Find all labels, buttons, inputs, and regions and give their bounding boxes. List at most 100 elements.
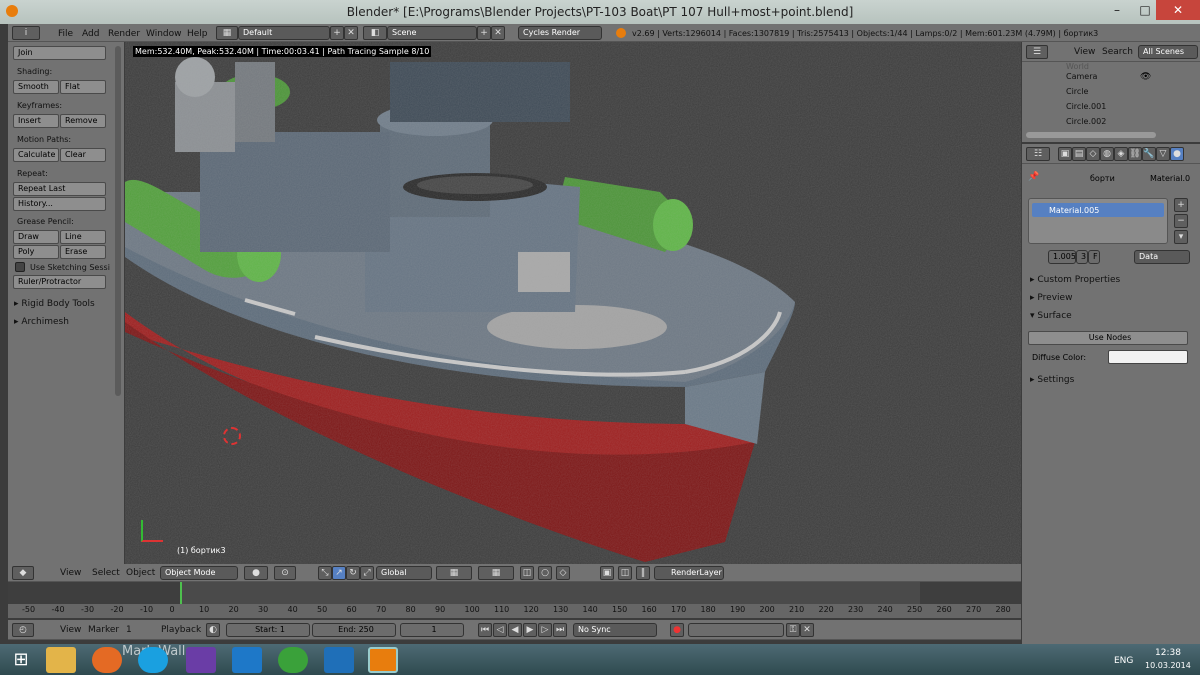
tl-menu-frame[interactable]: 1 bbox=[126, 625, 132, 635]
delete-key-icon[interactable]: ✕ bbox=[800, 623, 814, 637]
layout-add-icon[interactable]: + bbox=[330, 26, 344, 40]
material-tab-icon[interactable]: ● bbox=[1170, 147, 1184, 161]
play-reverse-icon[interactable]: ◀ bbox=[508, 623, 522, 637]
sketching-checkbox[interactable] bbox=[15, 262, 25, 272]
next-key-icon[interactable]: ▷ bbox=[538, 623, 552, 637]
current-frame-field[interactable]: 1 bbox=[400, 623, 464, 637]
utorrent-icon[interactable] bbox=[278, 647, 308, 673]
history-button[interactable]: History... bbox=[13, 197, 106, 211]
3d-cursor-icon[interactable] bbox=[223, 427, 241, 445]
shading-icon[interactable]: ● bbox=[244, 566, 268, 580]
orientation-select[interactable]: Global bbox=[376, 566, 432, 580]
insert-key-icon[interactable]: ⚿ bbox=[786, 623, 800, 637]
slot-menu-icon[interactable]: ▾ bbox=[1174, 230, 1188, 244]
layers-tab-icon[interactable]: ▤ bbox=[1072, 147, 1086, 161]
layout-remove-icon[interactable]: ✕ bbox=[344, 26, 358, 40]
ruler-button[interactable]: Ruler/Protractor bbox=[13, 275, 106, 289]
close-button[interactable]: ✕ bbox=[1156, 0, 1200, 20]
menu-select[interactable]: Select bbox=[92, 568, 120, 578]
preview-panel[interactable]: ▸ Preview bbox=[1030, 293, 1072, 303]
eye-icon[interactable]: 👁 bbox=[1140, 72, 1151, 82]
preview-range-icon[interactable]: ◐ bbox=[206, 623, 220, 637]
material-datablock[interactable]: 1.005 bbox=[1048, 250, 1076, 264]
material-slot-list[interactable]: Material.005 bbox=[1028, 198, 1168, 244]
layers-icon[interactable]: ▦ bbox=[436, 566, 472, 580]
material-users[interactable]: 3 bbox=[1076, 250, 1088, 264]
proportional-icon[interactable]: ○ bbox=[538, 566, 552, 580]
scale-icon[interactable]: ⤢ bbox=[360, 566, 374, 580]
menu-object[interactable]: Object bbox=[126, 568, 155, 578]
maxthon-icon[interactable] bbox=[324, 647, 354, 673]
maximize-button[interactable]: □ bbox=[1131, 0, 1159, 20]
menu-file[interactable]: File bbox=[58, 29, 73, 39]
outliner-display-select[interactable]: All Scenes bbox=[1138, 45, 1198, 59]
record-icon[interactable]: ● bbox=[670, 623, 684, 637]
mode-select[interactable]: Object Mode bbox=[160, 566, 238, 580]
pin-icon[interactable]: 📌 bbox=[1028, 172, 1039, 182]
render-preview-icon[interactable]: ▣ bbox=[600, 566, 614, 580]
render-engine-select[interactable]: Cycles Render bbox=[518, 26, 602, 40]
rigid-body-panel[interactable]: ▸ Rigid Body Tools bbox=[14, 299, 95, 309]
scene-tab-icon[interactable]: ◇ bbox=[1086, 147, 1100, 161]
calculate-button[interactable]: Calculate bbox=[13, 148, 59, 162]
start-icon[interactable]: ⊞ bbox=[6, 647, 36, 673]
poly-button[interactable]: Poly bbox=[13, 245, 59, 259]
sync-select[interactable]: No Sync bbox=[573, 623, 657, 637]
tl-menu-playback[interactable]: Playback bbox=[161, 625, 201, 635]
outliner-item-camera[interactable]: Camera bbox=[1066, 72, 1097, 81]
custom-properties-panel[interactable]: ▸ Custom Properties bbox=[1030, 275, 1120, 285]
translate-icon[interactable]: ↗ bbox=[332, 566, 346, 580]
clock-date[interactable]: 10.03.2014 bbox=[1145, 661, 1191, 670]
data-tab-icon[interactable]: ▽ bbox=[1156, 147, 1170, 161]
toolshelf-scrollbar[interactable] bbox=[115, 46, 121, 396]
pause-icon[interactable]: ‖ bbox=[636, 566, 650, 580]
end-frame-field[interactable]: End: 250 bbox=[312, 623, 396, 637]
scene-icon[interactable]: ◧ bbox=[363, 26, 387, 40]
app-o-icon[interactable] bbox=[232, 647, 262, 673]
constraint-tab-icon[interactable]: ⛓ bbox=[1128, 147, 1142, 161]
timeline-editor-icon[interactable]: ◴ bbox=[12, 623, 34, 637]
skype-icon[interactable] bbox=[138, 647, 168, 673]
scene-remove-icon[interactable]: ✕ bbox=[491, 26, 505, 40]
language-indicator[interactable]: ENG bbox=[1114, 656, 1133, 666]
outliner-item-circle001[interactable]: Circle.001 bbox=[1066, 102, 1106, 111]
join-button[interactable]: Join bbox=[13, 46, 106, 60]
renderlayer-field[interactable]: RenderLayer bbox=[654, 566, 724, 580]
outliner-view[interactable]: View bbox=[1074, 47, 1095, 57]
play-icon[interactable]: ▶ bbox=[523, 623, 537, 637]
scene-field[interactable]: Scene bbox=[387, 26, 477, 40]
keying-set-field[interactable] bbox=[688, 623, 784, 637]
menu-render[interactable]: Render bbox=[108, 29, 140, 39]
menu-view[interactable]: View bbox=[60, 568, 81, 578]
explorer-icon[interactable] bbox=[46, 647, 76, 673]
erase-button[interactable]: Erase bbox=[60, 245, 106, 259]
line-button[interactable]: Line bbox=[60, 230, 106, 244]
editor-type-icon[interactable]: ◆ bbox=[12, 566, 34, 580]
prev-key-icon[interactable]: ◁ bbox=[493, 623, 507, 637]
add-slot-icon[interactable]: + bbox=[1174, 198, 1188, 212]
rotate-icon[interactable]: ↻ bbox=[346, 566, 360, 580]
insert-button[interactable]: Insert bbox=[13, 114, 59, 128]
use-nodes-button[interactable]: Use Nodes bbox=[1028, 331, 1188, 345]
outliner-item-circle[interactable]: Circle bbox=[1066, 87, 1088, 96]
draw-button[interactable]: Draw bbox=[13, 230, 59, 244]
camera-icon[interactable]: ◫ bbox=[618, 566, 632, 580]
info-editor-icon[interactable]: i bbox=[12, 26, 40, 40]
remove-slot-icon[interactable]: − bbox=[1174, 214, 1188, 228]
tl-menu-view[interactable]: View bbox=[60, 625, 81, 635]
jump-end-icon[interactable]: ⏭ bbox=[553, 623, 567, 637]
firefox-icon[interactable] bbox=[92, 647, 122, 673]
surface-panel[interactable]: ▾ Surface bbox=[1030, 311, 1072, 321]
material-link-select[interactable]: Data bbox=[1134, 250, 1190, 264]
outliner-scrollbar[interactable] bbox=[1026, 132, 1156, 138]
menu-help[interactable]: Help bbox=[187, 29, 208, 39]
clear-button[interactable]: Clear bbox=[60, 148, 106, 162]
repeat-last-button[interactable]: Repeat Last bbox=[13, 182, 106, 196]
render-tab-icon[interactable]: ▣ bbox=[1058, 147, 1072, 161]
remove-button[interactable]: Remove bbox=[60, 114, 106, 128]
layers2-icon[interactable]: ▦ bbox=[478, 566, 514, 580]
menu-window[interactable]: Window bbox=[146, 29, 182, 39]
blender-taskbar-icon[interactable] bbox=[368, 647, 398, 673]
outliner-editor-icon[interactable]: ☰ bbox=[1026, 45, 1048, 59]
outliner-search[interactable]: Search bbox=[1102, 47, 1133, 57]
